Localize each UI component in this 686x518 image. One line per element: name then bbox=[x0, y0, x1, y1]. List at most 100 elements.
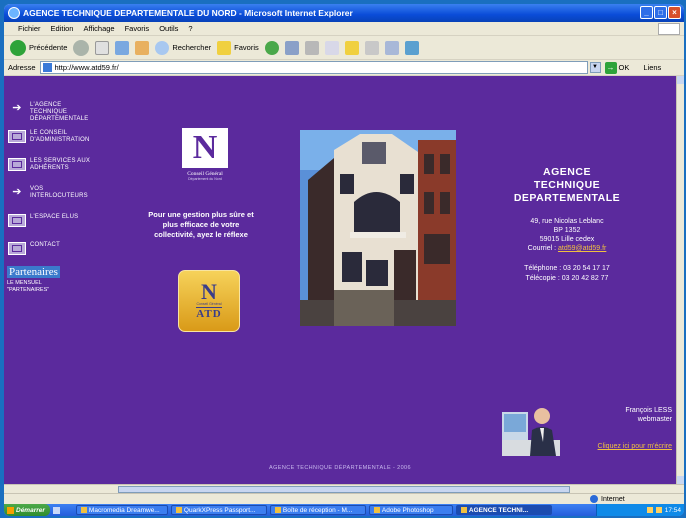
task-quarkxpress[interactable]: QuarkXPress Passport... bbox=[170, 505, 267, 515]
task-label: Boîte de réception - M... bbox=[282, 506, 353, 514]
home-icon[interactable] bbox=[135, 40, 150, 55]
task-photoshop[interactable]: Adobe Photoshop bbox=[368, 505, 453, 515]
scroll-down-icon[interactable] bbox=[677, 476, 684, 484]
task-label: Adobe Photoshop bbox=[381, 506, 434, 514]
menu-fichier[interactable]: Fichier bbox=[18, 24, 41, 33]
conseil-general-logo: N Conseil Général Département du Nord bbox=[174, 128, 236, 194]
agency-city: 59015 Lille cedex bbox=[539, 236, 595, 243]
horizontal-scroll-thumb[interactable] bbox=[118, 486, 570, 493]
agency-name-2: TECHNIQUE bbox=[533, 179, 601, 191]
menu-help[interactable]: ? bbox=[188, 24, 192, 33]
app-icon bbox=[175, 507, 182, 513]
atd-cg: Conseil Général bbox=[196, 302, 222, 306]
nav-item-interlocuteurs[interactable]: ➔ VOS INTERLOCUTEURS bbox=[8, 186, 118, 214]
search-label: Rechercher bbox=[172, 43, 212, 52]
task-label: AGENCE TECHNI... bbox=[468, 506, 529, 514]
window-controls: _ □ × bbox=[640, 6, 681, 19]
maximize-button[interactable]: □ bbox=[654, 6, 667, 19]
agency-street: 49, rue Nicolas Leblanc bbox=[530, 218, 604, 225]
links-label[interactable]: Liens bbox=[643, 63, 661, 72]
partners-logo: Partenaires bbox=[7, 266, 60, 278]
edit-icon[interactable] bbox=[324, 40, 339, 55]
search-button[interactable]: Rechercher bbox=[155, 40, 212, 55]
research-icon[interactable] bbox=[384, 40, 399, 55]
stop-icon[interactable] bbox=[95, 40, 110, 55]
nav-label: L'AGENCE TECHNIQUE DÉPARTEMENTALE bbox=[30, 102, 89, 122]
nav-label: L'ESPACE ELUS bbox=[30, 214, 79, 220]
quick-launch-icon[interactable] bbox=[52, 506, 60, 514]
partners-link[interactable]: Partenaires LE MENSUEL "PARTENAIRES" bbox=[7, 266, 60, 294]
back-arrow-icon bbox=[10, 39, 26, 56]
go-button[interactable]: → OK bbox=[604, 61, 629, 74]
app-icon bbox=[80, 507, 87, 513]
vertical-scrollbar[interactable] bbox=[676, 76, 684, 484]
contact-icon bbox=[8, 242, 26, 255]
browser-window: AGENCE TECHNIQUE DEPARTEMENTALE DU NORD … bbox=[4, 4, 684, 516]
atd-logo[interactable]: N Conseil Général ATD bbox=[178, 270, 240, 332]
quick-launch bbox=[52, 506, 73, 514]
menu-favoris[interactable]: Favoris bbox=[125, 24, 150, 33]
agency-name-3: DEPARTEMENTALE bbox=[513, 192, 621, 204]
address-input[interactable]: http://www.atd59.fr/ bbox=[39, 61, 588, 74]
history-icon[interactable] bbox=[264, 40, 279, 55]
nav-item-services[interactable]: LES SERVICES AUX ADHÉRENTS bbox=[8, 158, 118, 186]
go-arrow-icon: → bbox=[604, 61, 617, 74]
system-tray: 17:54 bbox=[596, 504, 684, 516]
nav-item-espace-elus[interactable]: L'ESPACE ELUS bbox=[8, 214, 118, 242]
scroll-up-icon[interactable] bbox=[677, 76, 684, 84]
menu-bar: Fichier Edition Affichage Favoris Outils… bbox=[4, 22, 684, 36]
minimize-button[interactable]: _ bbox=[640, 6, 653, 19]
refresh-icon[interactable] bbox=[115, 40, 130, 55]
nav-label: VOS INTERLOCUTEURS bbox=[30, 186, 88, 199]
page-icon[interactable] bbox=[364, 40, 379, 55]
nav-label: LE CONSEIL D'ADMINISTRATION bbox=[30, 130, 90, 143]
webmaster-text: François LESS webmaster Cliquez ici pour… bbox=[572, 406, 672, 451]
agency-mail-row: Courriel : atd59@atd59.fr bbox=[492, 244, 642, 253]
favorites-button[interactable]: Favoris bbox=[217, 40, 259, 55]
horizontal-scrollbar[interactable] bbox=[4, 484, 684, 493]
partners-subtitle: LE MENSUEL "PARTENAIRES" bbox=[7, 280, 50, 293]
atd-label: ATD bbox=[196, 307, 222, 320]
app-icon bbox=[460, 507, 467, 513]
address-dropdown-icon[interactable]: ▼ bbox=[589, 62, 601, 73]
ie-logo-icon bbox=[8, 7, 20, 19]
agency-name-1: AGENCE bbox=[543, 166, 591, 178]
folder-icon[interactable] bbox=[344, 40, 359, 55]
webmaster-photo bbox=[502, 398, 560, 456]
windows-flag-icon bbox=[7, 506, 14, 514]
clock: 17:54 bbox=[664, 506, 681, 514]
app-icon bbox=[373, 507, 380, 513]
forward-button[interactable] bbox=[73, 39, 90, 56]
menu-outils[interactable]: Outils bbox=[159, 24, 178, 33]
webmaster-mail-link[interactable]: Cliquez ici pour m'écrire bbox=[572, 442, 672, 451]
window-title: AGENCE TECHNIQUE DEPARTEMENTALE DU NORD … bbox=[23, 8, 353, 18]
arrow-right-icon: ➔ bbox=[12, 102, 22, 114]
title-bar: AGENCE TECHNIQUE DEPARTEMENTALE DU NORD … bbox=[4, 4, 684, 22]
agency-mail-link[interactable]: atd59@atd59.fr bbox=[558, 245, 606, 252]
tray-icon[interactable] bbox=[646, 507, 653, 513]
page-footer: AGENCE TECHNIQUE DÉPARTEMENTALE - 2006 bbox=[269, 465, 411, 471]
nav-label: CONTACT bbox=[30, 242, 60, 248]
close-button[interactable]: × bbox=[668, 6, 681, 19]
print-icon[interactable] bbox=[304, 40, 319, 55]
start-button[interactable]: Démarrer bbox=[4, 504, 50, 516]
task-dreamweaver[interactable]: Macromedia Dreamwe... bbox=[75, 505, 168, 515]
nav-item-conseil[interactable]: LE CONSEIL D'ADMINISTRATION bbox=[8, 130, 118, 158]
webmaster-name: François LESS bbox=[625, 407, 672, 414]
task-mail[interactable]: Boîte de réception - M... bbox=[269, 505, 366, 515]
star-icon bbox=[217, 40, 232, 55]
menu-affichage[interactable]: Affichage bbox=[83, 24, 114, 33]
messenger-icon[interactable] bbox=[404, 40, 419, 55]
task-label: Macromedia Dreamwe... bbox=[88, 506, 160, 514]
task-browser[interactable]: AGENCE TECHNI... bbox=[455, 505, 552, 515]
tray-icon[interactable] bbox=[655, 507, 662, 513]
menu-edition[interactable]: Edition bbox=[51, 24, 74, 33]
security-zone: Internet bbox=[590, 495, 625, 503]
slogan: Pour une gestion plus sûre et plus effic… bbox=[148, 210, 254, 239]
building-photo bbox=[300, 130, 456, 326]
nav-item-agence[interactable]: ➔ L'AGENCE TECHNIQUE DÉPARTEMENTALE bbox=[8, 102, 118, 130]
mail-icon[interactable] bbox=[284, 40, 299, 55]
back-button[interactable]: Précédente bbox=[10, 39, 67, 56]
app-icon bbox=[274, 507, 281, 513]
taskbar: Démarrer Macromedia Dreamwe... QuarkXPre… bbox=[4, 504, 684, 516]
